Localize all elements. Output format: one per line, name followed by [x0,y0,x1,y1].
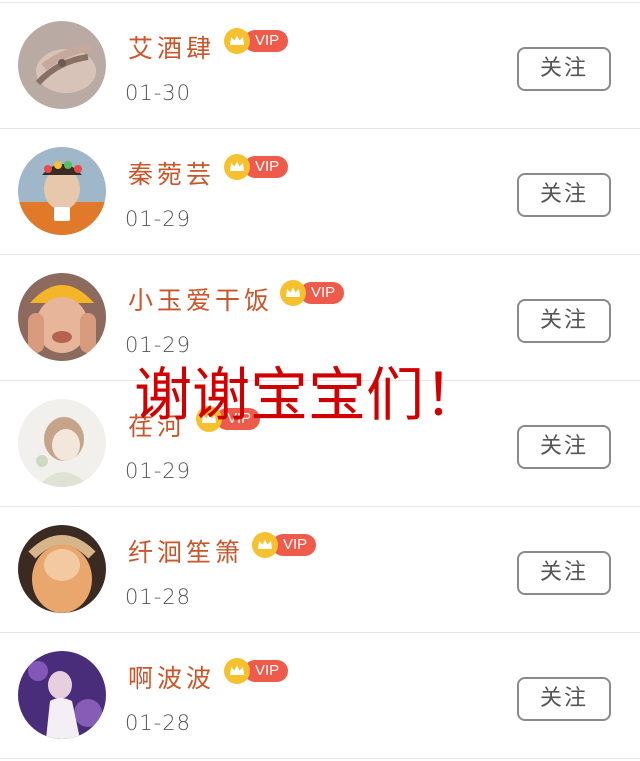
crown-icon [252,532,278,558]
vip-badge: VIP [224,28,289,54]
vip-badge: VIP [224,658,289,684]
thank-you-overlay-text: 谢谢宝宝们！ [134,361,483,429]
vip-label: VIP [300,282,345,304]
vip-label: VIP [244,30,289,52]
crown-icon [280,280,306,306]
follow-date: 01-28 [125,711,192,735]
vip-label: VIP [244,660,289,682]
avatar[interactable] [18,651,106,739]
follow-date: 01-28 [125,585,192,609]
user-name[interactable]: 秦菀芸 [128,155,215,191]
follow-button[interactable]: 关注 [517,677,611,721]
vip-badge: VIP [252,532,317,558]
vip-label: VIP [272,534,317,556]
crown-icon [224,28,250,54]
follow-button[interactable]: 关注 [517,47,611,91]
follow-button[interactable]: 关注 [517,551,611,595]
list-item[interactable]: 艾酒肆 VIP 01-30 关注 [0,3,640,129]
follow-list-page: 艾酒肆 VIP 01-30 关注 秦菀芸 VIP 01-29 关注 小玉爱干饭 … [0,0,640,761]
avatar[interactable] [18,399,106,487]
user-name[interactable]: 艾酒肆 [128,29,215,65]
list-item[interactable]: 纤洄笙箫 VIP 01-28 关注 [0,507,640,633]
follow-date: 01-29 [125,459,192,483]
avatar[interactable] [18,525,106,613]
avatar[interactable] [18,273,106,361]
avatar[interactable] [18,147,106,235]
vip-label: VIP [244,156,289,178]
user-name[interactable]: 小玉爱干饭 [128,281,273,317]
crown-icon [224,154,250,180]
crown-icon [224,658,250,684]
user-name[interactable]: 纤洄笙箫 [128,533,244,569]
list-item[interactable]: 秦菀芸 VIP 01-29 关注 [0,129,640,255]
list-item[interactable]: 啊波波 VIP 01-28 关注 [0,633,640,759]
follow-button[interactable]: 关注 [517,173,611,217]
avatar[interactable] [18,21,106,109]
follow-date: 01-30 [125,81,192,105]
follow-button[interactable]: 关注 [517,425,611,469]
vip-badge: VIP [224,154,289,180]
follow-button[interactable]: 关注 [517,299,611,343]
user-name[interactable]: 啊波波 [128,659,215,695]
vip-badge: VIP [280,280,345,306]
follow-date: 01-29 [125,207,192,231]
